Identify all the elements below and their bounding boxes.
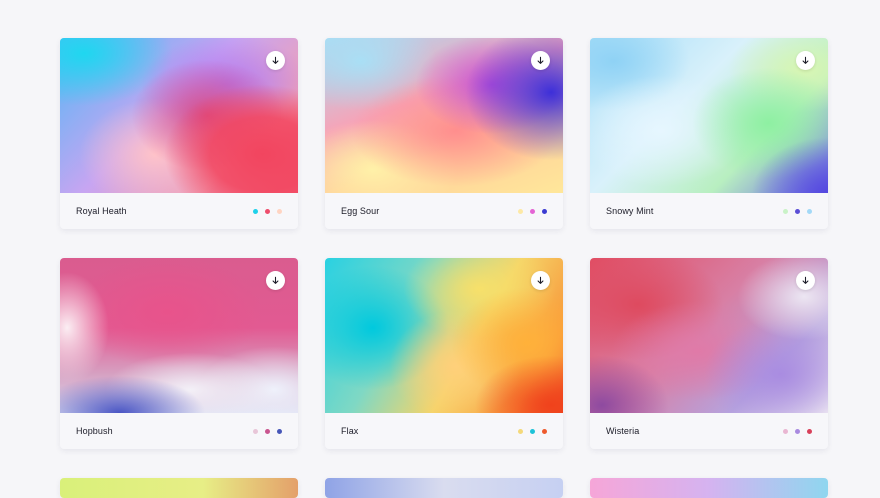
download-arrow-icon bbox=[802, 276, 809, 284]
gradient-name: Egg Sour bbox=[341, 206, 380, 216]
gradient-image bbox=[60, 258, 298, 413]
download-arrow-icon bbox=[272, 56, 279, 64]
download-button[interactable] bbox=[266, 51, 285, 70]
color-swatches bbox=[253, 428, 282, 434]
gradient-image bbox=[325, 258, 563, 413]
gradient-preview[interactable] bbox=[325, 38, 563, 193]
gradient-name: Royal Heath bbox=[76, 206, 127, 216]
card-footer: Flax bbox=[325, 413, 563, 449]
color-swatch[interactable] bbox=[277, 208, 282, 214]
gradient-card[interactable]: Wisteria bbox=[590, 258, 828, 449]
color-swatches bbox=[518, 428, 547, 434]
color-swatch[interactable] bbox=[530, 428, 535, 434]
color-swatches bbox=[518, 208, 547, 214]
gradient-preview[interactable] bbox=[325, 478, 563, 498]
gradient-image bbox=[590, 38, 828, 193]
gradient-card[interactable]: Snowy Mint bbox=[590, 38, 828, 229]
color-swatch[interactable] bbox=[807, 208, 812, 214]
gradient-name: Hopbush bbox=[76, 426, 113, 436]
color-swatch[interactable] bbox=[265, 208, 270, 214]
gradient-name: Snowy Mint bbox=[606, 206, 654, 216]
color-swatch[interactable] bbox=[530, 208, 535, 214]
download-arrow-icon bbox=[537, 56, 544, 64]
gradient-image bbox=[60, 478, 298, 498]
card-footer: Snowy Mint bbox=[590, 193, 828, 229]
gradient-card[interactable]: Royal Heath bbox=[60, 38, 298, 229]
gradient-preview[interactable] bbox=[60, 258, 298, 413]
color-swatch[interactable] bbox=[795, 208, 800, 214]
gradient-card[interactable] bbox=[590, 478, 828, 498]
color-swatch[interactable] bbox=[253, 208, 258, 214]
color-swatch[interactable] bbox=[518, 428, 523, 434]
card-footer: Egg Sour bbox=[325, 193, 563, 229]
color-swatch[interactable] bbox=[542, 428, 547, 434]
color-swatch[interactable] bbox=[265, 428, 270, 434]
download-button[interactable] bbox=[266, 271, 285, 290]
color-swatch[interactable] bbox=[277, 428, 282, 434]
gradient-preview[interactable] bbox=[60, 38, 298, 193]
color-swatch[interactable] bbox=[783, 428, 788, 434]
card-footer: Wisteria bbox=[590, 413, 828, 449]
gradient-card[interactable]: Flax bbox=[325, 258, 563, 449]
gradient-card[interactable]: Egg Sour bbox=[325, 38, 563, 229]
color-swatches bbox=[783, 208, 812, 214]
gradient-preview[interactable] bbox=[60, 478, 298, 498]
download-arrow-icon bbox=[537, 276, 544, 284]
download-arrow-icon bbox=[272, 276, 279, 284]
gradient-preview[interactable] bbox=[325, 258, 563, 413]
download-button[interactable] bbox=[531, 51, 550, 70]
download-button[interactable] bbox=[531, 271, 550, 290]
color-swatch[interactable] bbox=[518, 208, 523, 214]
card-footer: Royal Heath bbox=[60, 193, 298, 229]
color-swatch[interactable] bbox=[783, 208, 788, 214]
gradient-image bbox=[590, 478, 828, 498]
gradient-preview[interactable] bbox=[590, 258, 828, 413]
gradient-name: Wisteria bbox=[606, 426, 640, 436]
gradient-card[interactable] bbox=[60, 478, 298, 498]
gradient-image bbox=[60, 38, 298, 193]
color-swatch[interactable] bbox=[807, 428, 812, 434]
gradient-preview[interactable] bbox=[590, 38, 828, 193]
gradient-image bbox=[325, 478, 563, 498]
color-swatches bbox=[253, 208, 282, 214]
gradient-card[interactable] bbox=[325, 478, 563, 498]
color-swatch[interactable] bbox=[795, 428, 800, 434]
gradient-image bbox=[325, 38, 563, 193]
gradient-grid: Royal Heath Egg Sour Snowy Mint Hopbush … bbox=[60, 38, 828, 498]
gradient-card[interactable]: Hopbush bbox=[60, 258, 298, 449]
download-button[interactable] bbox=[796, 51, 815, 70]
color-swatches bbox=[783, 428, 812, 434]
download-arrow-icon bbox=[802, 56, 809, 64]
color-swatch[interactable] bbox=[253, 428, 258, 434]
color-swatch[interactable] bbox=[542, 208, 547, 214]
download-button[interactable] bbox=[796, 271, 815, 290]
gradient-name: Flax bbox=[341, 426, 359, 436]
gradient-image bbox=[590, 258, 828, 413]
gradient-preview[interactable] bbox=[590, 478, 828, 498]
card-footer: Hopbush bbox=[60, 413, 298, 449]
